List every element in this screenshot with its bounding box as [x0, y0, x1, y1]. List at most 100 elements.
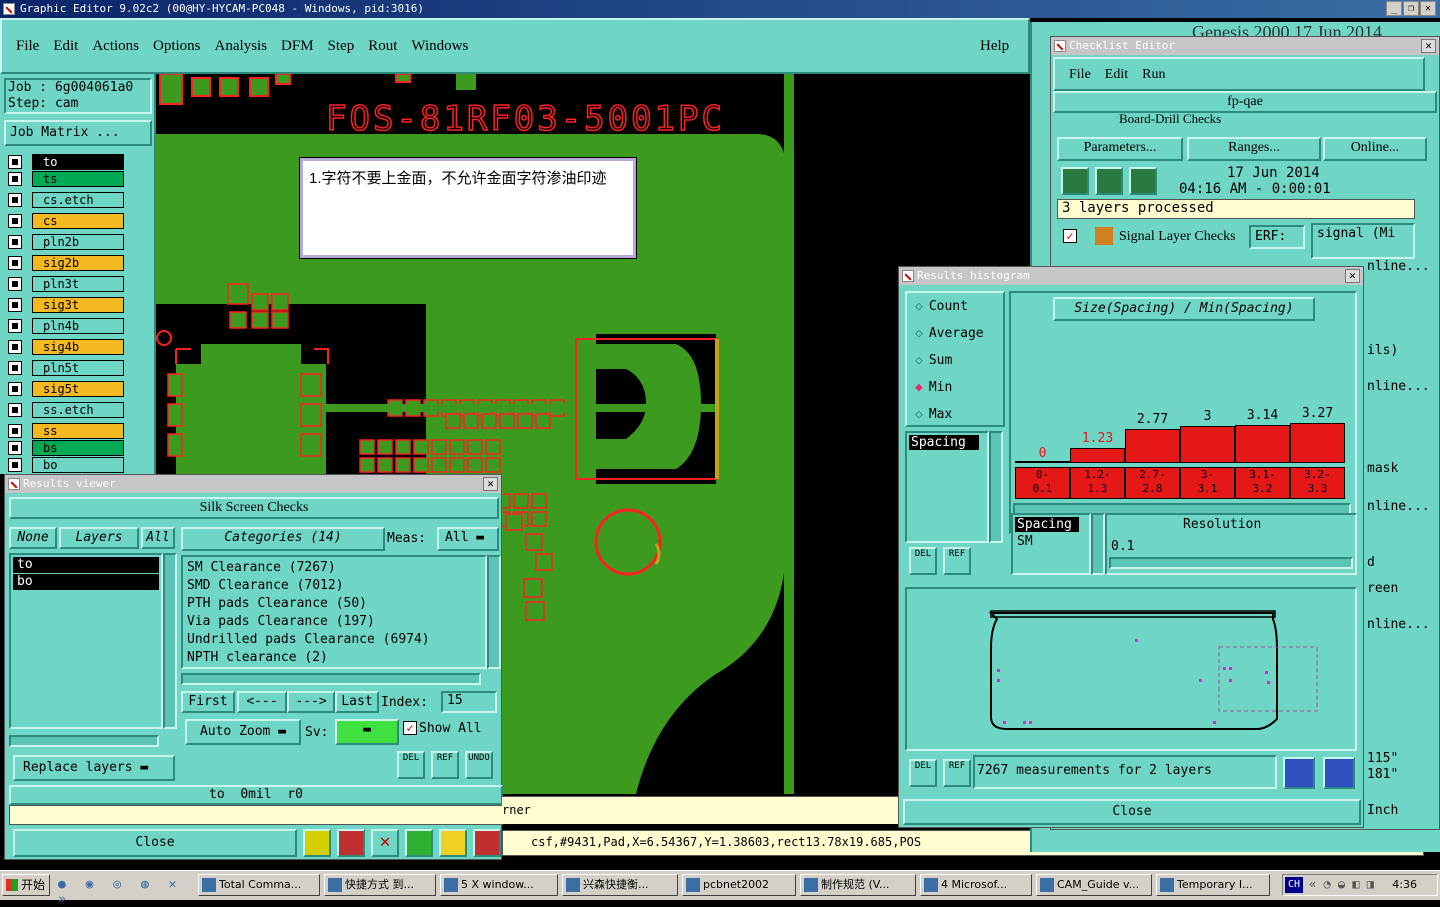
erf-field[interactable]: ERF:	[1249, 225, 1305, 249]
categories-list[interactable]: SM Clearance (7267) SMD Clearance (7012) P…	[181, 555, 487, 669]
next-button[interactable]: --->	[287, 691, 335, 713]
category-item[interactable]: NPTH clearance (2)	[183, 649, 485, 667]
layer-row-sig5t[interactable]: sig5t	[8, 381, 124, 397]
layer-row-bo[interactable]: bo	[8, 457, 124, 473]
menu-dfm[interactable]: DFM	[281, 38, 314, 55]
layer-name[interactable]: sig4b	[32, 339, 124, 355]
layer-row-to[interactable]: to	[8, 154, 124, 170]
spacing-list[interactable]: Spacing	[905, 431, 989, 543]
layer-row-sig2b[interactable]: sig2b	[8, 255, 124, 271]
meas-select[interactable]: All ▬	[437, 527, 499, 551]
categories-button[interactable]: Categories (14)	[181, 527, 385, 551]
all-layers-button[interactable]: All	[141, 527, 175, 549]
layers-button[interactable]: Layers	[59, 527, 139, 549]
layer-list-scrollbar[interactable]	[163, 553, 177, 729]
layer-checkbox[interactable]	[8, 382, 22, 396]
hist-ref-button-2[interactable]: REF	[943, 759, 971, 787]
close-icon[interactable]: ✕	[1345, 269, 1360, 283]
layer-list-hscroll[interactable]	[9, 735, 159, 747]
undo-button[interactable]: UNDO	[465, 751, 493, 779]
index-input[interactable]: 15	[441, 691, 497, 713]
layer-row-pln2b[interactable]: pln2b	[8, 234, 124, 250]
menu-rout[interactable]: Rout	[368, 38, 397, 55]
run-step-icon[interactable]	[1129, 167, 1157, 195]
histogram-option-max[interactable]: Max	[915, 407, 952, 422]
green-book-icon[interactable]	[405, 829, 433, 857]
layer-row-pln3t[interactable]: pln3t	[8, 276, 124, 292]
taskbar-item[interactable]: 制作规范 (V...	[800, 874, 916, 896]
layer-checkbox[interactable]	[8, 458, 22, 472]
histogram-bin[interactable]: 3.1- 3.2	[1235, 467, 1290, 499]
category-item[interactable]: SMD Clearance (7012)	[183, 577, 485, 595]
signal-checkbox[interactable]: ✓	[1063, 229, 1077, 243]
category-item[interactable]: PTH pads Clearance (50)	[183, 595, 485, 613]
taskbar-item[interactable]: Temporary I...	[1156, 874, 1270, 896]
measure-icon[interactable]	[303, 829, 331, 857]
layer-row-pln4b[interactable]: pln4b	[8, 318, 124, 334]
signal-field[interactable]: signal (Mi	[1311, 223, 1415, 259]
hist-del-button-2[interactable]: DEL	[909, 759, 937, 787]
layer-name[interactable]: sig5t	[32, 381, 124, 397]
layer-name[interactable]: sig2b	[32, 255, 124, 271]
zoom-fit-icon[interactable]	[1283, 757, 1315, 789]
close-icon[interactable]: ✕	[1421, 39, 1436, 53]
menu-file[interactable]: File	[16, 38, 39, 55]
checklist-menu-run[interactable]: Run	[1142, 67, 1165, 83]
measure-type-sm[interactable]: SM	[1013, 534, 1089, 549]
layer-checkbox[interactable]	[8, 403, 22, 417]
layer-checkbox[interactable]	[8, 424, 22, 438]
checklist-menu-file[interactable]: File	[1069, 67, 1091, 83]
layer-checkbox[interactable]	[8, 361, 22, 375]
tray-icons[interactable]: « ◔ ◒ ◧ ◨	[1309, 877, 1374, 891]
layer-row-sig3t[interactable]: sig3t	[8, 297, 124, 313]
layer-results-list[interactable]: to bo	[9, 553, 163, 729]
checklist-menu-edit[interactable]: Edit	[1105, 67, 1128, 83]
prev-button[interactable]: <---	[237, 691, 287, 713]
category-item[interactable]: SM Clearance (7267)	[183, 559, 485, 577]
hist-del-button[interactable]: DEL	[909, 547, 937, 575]
run-icon[interactable]	[1061, 167, 1089, 195]
layer-name[interactable]: bs	[32, 440, 124, 456]
layer-checkbox[interactable]	[8, 155, 22, 169]
run-all-icon[interactable]	[1095, 167, 1123, 195]
category-item[interactable]: Undrilled pads Clearance (6974)	[183, 631, 485, 649]
menu-edit[interactable]: Edit	[53, 38, 78, 55]
auto-zoom-button[interactable]: Auto Zoom ▬	[185, 719, 301, 745]
layer-row-ss[interactable]: ss	[8, 423, 124, 439]
layer-name[interactable]: cs	[32, 213, 124, 229]
taskbar-item[interactable]: pcbnet2002	[682, 874, 796, 896]
del-button[interactable]: DEL	[397, 751, 425, 779]
categories-hscroll[interactable]	[181, 673, 481, 685]
menu-analysis[interactable]: Analysis	[215, 38, 268, 55]
hist-ref-button[interactable]: REF	[943, 547, 971, 575]
result-layer-to[interactable]: to	[13, 557, 159, 573]
first-button[interactable]: First	[181, 691, 235, 713]
show-all-checkbox[interactable]: ✓	[403, 721, 417, 735]
measure-type-spacing[interactable]: Spacing	[1015, 517, 1079, 532]
language-indicator[interactable]: CH	[1285, 877, 1303, 893]
none-button[interactable]: None	[9, 527, 57, 549]
ref-button[interactable]: REF	[431, 751, 459, 779]
quicklaunch-icons[interactable]: ● ◉ ◎ ◍ ✕ »	[58, 877, 188, 907]
layer-row-sig4b[interactable]: sig4b	[8, 339, 124, 355]
spacing-list-scrollbar[interactable]	[989, 431, 1003, 543]
histogram-option-count[interactable]: Count	[915, 299, 968, 314]
start-button[interactable]: 开始	[2, 874, 50, 896]
histogram-bin[interactable]: 3- 3.1	[1180, 467, 1235, 499]
histogram-close-button[interactable]: Close	[903, 799, 1361, 825]
result-layer-bo[interactable]: bo	[13, 574, 159, 590]
layer-name[interactable]: ss	[32, 423, 124, 439]
taskbar-item[interactable]: 5 X window...	[440, 874, 558, 896]
job-matrix-button[interactable]: Job Matrix ...	[4, 120, 152, 146]
spacing-list-item[interactable]: Spacing	[909, 435, 979, 450]
category-item[interactable]: Via pads Clearance (197)	[183, 613, 485, 631]
maximize-icon[interactable]: ❐	[1403, 1, 1419, 16]
layer-name[interactable]: pln3t	[32, 276, 124, 292]
layer-row-bs[interactable]: bs	[8, 440, 124, 456]
layer-name[interactable]: to	[32, 154, 124, 170]
layer-checkbox[interactable]	[8, 319, 22, 333]
layer-name[interactable]: cs.etch	[32, 192, 124, 208]
taskbar-item[interactable]: 4 Microsof...	[920, 874, 1032, 896]
histogram-bin[interactable]: 3.2- 3.3	[1290, 467, 1345, 499]
replace-layers-button[interactable]: Replace layers ▬	[13, 755, 175, 781]
